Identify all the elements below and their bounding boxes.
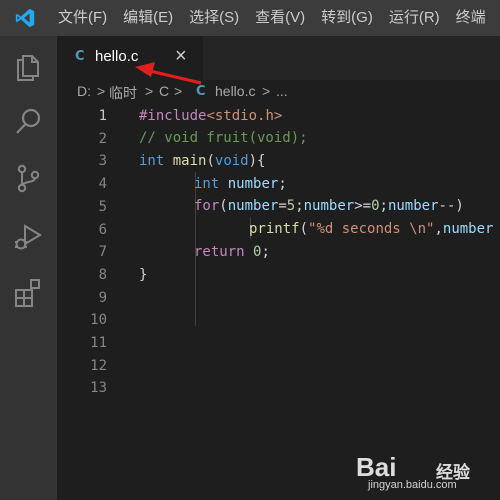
extensions-icon[interactable] <box>12 276 44 308</box>
chevron-right-icon: > <box>97 83 106 99</box>
code-token: main <box>172 153 207 169</box>
menu-run[interactable]: 运行(R) <box>381 0 448 36</box>
code-token: ( <box>299 221 309 237</box>
breadcrumb-drive[interactable]: D: <box>77 83 91 99</box>
line-number: 9 <box>98 289 107 306</box>
breadcrumb-file[interactable]: hello.c <box>215 83 255 99</box>
menu-edit[interactable]: 编辑(E) <box>115 0 181 36</box>
code-token: printf <box>249 221 300 237</box>
code-line: printf("%d seconds \n",number <box>249 218 493 240</box>
code-token: "%d seconds \n" <box>308 221 435 237</box>
c-file-icon: C <box>75 49 85 64</box>
source-control-icon[interactable] <box>12 162 44 194</box>
code-line: #include<stdio.h> <box>139 105 282 127</box>
code-token: number <box>442 221 494 237</box>
code-token: ( <box>206 153 215 169</box>
tab-title: hello.c <box>95 48 139 65</box>
line-number: 1 <box>98 108 107 124</box>
code-line: return 0; <box>194 241 270 263</box>
code-token: // void fruit(void); <box>139 130 308 146</box>
menu-go[interactable]: 转到(G) <box>313 0 381 36</box>
line-number: 12 <box>90 357 107 374</box>
code-token: number <box>387 198 439 214</box>
code-line: } <box>139 264 147 286</box>
code-line: // void fruit(void); <box>139 127 308 149</box>
tab-hello-c[interactable]: C hello.c × <box>57 36 203 80</box>
line-number: 7 <box>98 244 107 261</box>
code-token: int <box>139 153 165 169</box>
code-token: number <box>227 176 279 192</box>
code-token: return <box>194 244 245 260</box>
code-line: int main(void){ <box>139 150 265 172</box>
breadcrumb-folder-temp[interactable]: 临时 <box>109 83 137 103</box>
activity-bar <box>0 36 57 500</box>
search-icon[interactable] <box>12 106 44 138</box>
code-token: ( <box>219 198 228 214</box>
code-token: ; <box>379 198 388 214</box>
chevron-right-icon: > <box>145 83 154 99</box>
code-token: ; <box>261 244 270 260</box>
line-number: 2 <box>98 130 107 147</box>
line-number: 8 <box>98 266 107 283</box>
explorer-icon[interactable] <box>12 50 44 82</box>
code-line: for(number=5;number>=0;number--) <box>194 195 464 217</box>
breadcrumb-more[interactable]: ... <box>276 83 288 99</box>
code-token: number <box>303 198 355 214</box>
code-token: int <box>194 176 220 192</box>
code-token: #include <box>139 108 207 124</box>
tab-bar: C hello.c × <box>57 36 500 80</box>
line-number: 13 <box>90 380 107 397</box>
chevron-right-icon: > <box>262 83 271 99</box>
watermark-url: jingyan.baidu.com <box>368 479 457 491</box>
code-token: = <box>278 198 287 214</box>
chevron-right-icon: > <box>174 83 183 99</box>
code-token: <stdio.h> <box>206 108 283 124</box>
code-token: ){ <box>248 153 266 169</box>
code-token: --) <box>438 198 464 214</box>
close-icon[interactable]: × <box>175 45 187 67</box>
line-number: 4 <box>98 176 107 193</box>
vscode-logo-icon[interactable] <box>0 0 50 36</box>
code-token: 5 <box>286 198 296 214</box>
line-number: 6 <box>98 221 107 238</box>
menu-terminal[interactable]: 终端 <box>448 0 494 36</box>
code-token: , <box>434 221 443 237</box>
code-editor[interactable]: 1 2 3 4 5 6 7 8 9 10 11 12 13 #include<stdio.h> // v… <box>57 102 500 500</box>
line-number: 3 <box>98 153 107 170</box>
code-token: >= <box>354 198 372 214</box>
code-token: number <box>227 198 279 214</box>
code-line: int number; <box>194 173 287 195</box>
line-number: 11 <box>90 335 107 351</box>
code-token: ; <box>295 198 304 214</box>
breadcrumb-folder-c[interactable]: C <box>159 83 169 99</box>
line-number: 10 <box>90 312 107 329</box>
code-token: for <box>194 198 220 214</box>
c-file-icon: C <box>196 84 206 99</box>
run-debug-icon[interactable] <box>12 220 44 252</box>
menu-bar: 文件(F) 编辑(E) 选择(S) 查看(V) 转到(G) 运行(R) 终端 <box>0 0 500 36</box>
code-token: ; <box>278 176 287 192</box>
code-token: } <box>139 267 148 283</box>
breadcrumb: D: > 临时 > C > C hello.c > ... <box>57 80 500 102</box>
menu-view[interactable]: 查看(V) <box>247 0 313 36</box>
menu-file[interactable]: 文件(F) <box>50 0 115 36</box>
code-token: 0 <box>371 198 380 214</box>
line-number: 5 <box>98 198 107 215</box>
code-token: void <box>214 153 249 169</box>
menu-selection[interactable]: 选择(S) <box>181 0 247 36</box>
